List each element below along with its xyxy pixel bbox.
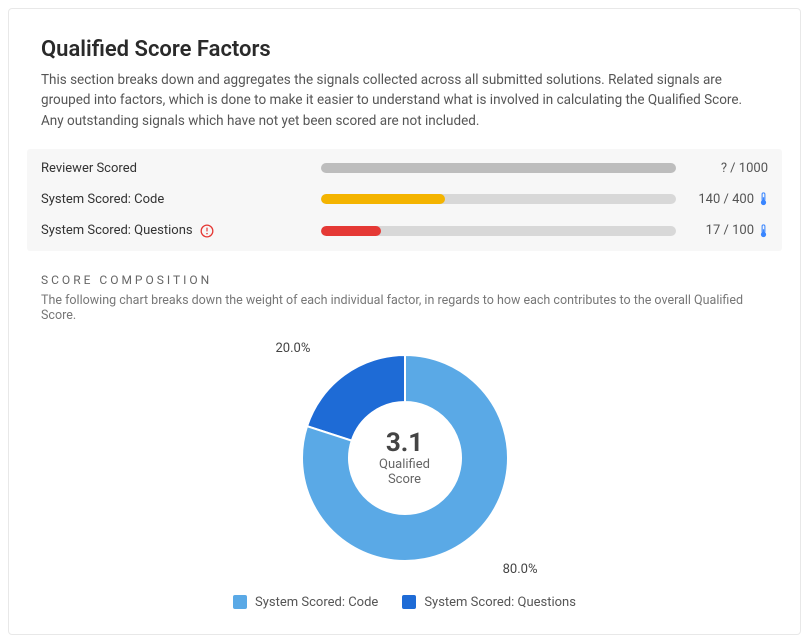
- factor-bar-fill: [321, 226, 381, 236]
- factor-value: ? / 1000: [690, 161, 768, 176]
- factor-label: Reviewer Scored: [41, 161, 321, 176]
- factor-value: 140 / 400: [690, 192, 768, 207]
- chart-legend: System Scored: Code System Scored: Questi…: [41, 595, 768, 610]
- factor-bar-track: [321, 194, 676, 204]
- thermometer-icon: [758, 192, 768, 206]
- factor-value-text: 17 / 100: [706, 223, 754, 238]
- factor-label-text: System Scored: Questions: [41, 223, 193, 238]
- factor-label: System Scored: Questions: [41, 223, 321, 239]
- legend-item: System Scored: Code: [233, 595, 378, 610]
- legend-label: System Scored: Questions: [424, 595, 576, 610]
- legend-label: System Scored: Code: [255, 595, 378, 610]
- donut-center-label: 3.1 Qualified Score: [379, 428, 430, 488]
- section-description: This section breaks down and aggregates …: [41, 70, 768, 131]
- factor-row: System Scored: Questions 17 / 100: [41, 215, 768, 247]
- factor-value: 17 / 100: [690, 223, 768, 238]
- thermometer-icon: [758, 224, 768, 238]
- factors-panel: Reviewer Scored ? / 1000 System Scored: Co…: [27, 149, 782, 251]
- factor-label-text: Reviewer Scored: [41, 161, 137, 176]
- score-composition-chart: 3.1 Qualified Score 20.0% 80.0%: [41, 333, 768, 577]
- factor-label-text: System Scored: Code: [41, 192, 164, 207]
- center-score-value: 3.1: [379, 428, 430, 458]
- section-title: Qualified Score Factors: [41, 37, 768, 62]
- factor-bar-track: [321, 163, 676, 173]
- factor-label: System Scored: Code: [41, 192, 321, 207]
- factor-bar-fill: [321, 194, 445, 204]
- factor-row: Reviewer Scored ? / 1000: [41, 153, 768, 184]
- center-score-caption-1: Qualified: [379, 458, 430, 473]
- slice-label-code: 80.0%: [503, 562, 538, 577]
- slice-label-questions: 20.0%: [276, 341, 311, 356]
- warning-icon: [199, 223, 215, 239]
- factor-bar-track: [321, 226, 676, 236]
- center-score-caption-2: Score: [379, 473, 430, 488]
- factor-value-text: ? / 1000: [721, 161, 768, 176]
- composition-description: The following chart breaks down the weig…: [41, 293, 768, 323]
- legend-swatch: [233, 595, 247, 609]
- donut-chart: 3.1 Qualified Score 20.0% 80.0%: [290, 343, 520, 573]
- legend-item: System Scored: Questions: [402, 595, 576, 610]
- qualified-score-factors-card: Qualified Score Factors This section bre…: [8, 8, 801, 635]
- composition-title: SCORE COMPOSITION: [41, 273, 768, 287]
- factor-row: System Scored: Code 140 / 400: [41, 184, 768, 215]
- factor-value-text: 140 / 400: [698, 192, 754, 207]
- legend-swatch: [402, 595, 416, 609]
